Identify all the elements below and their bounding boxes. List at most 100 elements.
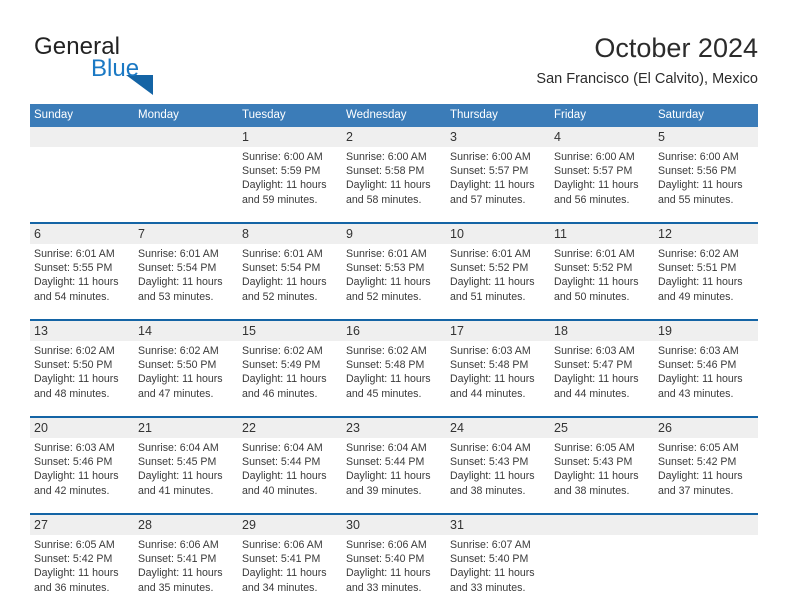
day-number[interactable]: 16 [342, 319, 446, 341]
day-cell[interactable]: Sunrise: 6:03 AM Sunset: 5:47 PM Dayligh… [550, 341, 654, 417]
day-number[interactable]: 8 [238, 222, 342, 244]
day-cell[interactable]: Sunrise: 6:00 AM Sunset: 5:57 PM Dayligh… [446, 147, 550, 223]
day-number[interactable]: 22 [238, 416, 342, 438]
day-cell[interactable]: Sunrise: 6:05 AM Sunset: 5:42 PM Dayligh… [654, 438, 758, 514]
day-cell[interactable]: Sunrise: 6:06 AM Sunset: 5:41 PM Dayligh… [134, 535, 238, 610]
day-cell[interactable] [30, 147, 134, 223]
day-cell[interactable]: Sunrise: 6:00 AM Sunset: 5:56 PM Dayligh… [654, 147, 758, 223]
sunrise-text: Sunrise: 6:03 AM [450, 345, 531, 357]
day-number[interactable]: 29 [238, 513, 342, 535]
day-number[interactable] [550, 513, 654, 535]
day-number[interactable]: 10 [446, 222, 550, 244]
sunrise-text: Sunrise: 6:02 AM [138, 345, 219, 357]
sunrise-text: Sunrise: 6:05 AM [554, 442, 635, 454]
day-cell[interactable]: Sunrise: 6:01 AM Sunset: 5:54 PM Dayligh… [134, 244, 238, 320]
daylight-text-line2: and 49 minutes. [658, 290, 734, 303]
day-cell[interactable]: Sunrise: 6:07 AM Sunset: 5:40 PM Dayligh… [446, 535, 550, 610]
day-cell[interactable]: Sunrise: 6:04 AM Sunset: 5:45 PM Dayligh… [134, 438, 238, 514]
daylight-text-line2: and 54 minutes. [34, 290, 110, 303]
day-cell[interactable]: Sunrise: 6:01 AM Sunset: 5:52 PM Dayligh… [446, 244, 550, 320]
day-number[interactable]: 9 [342, 222, 446, 244]
sunset-text: Sunset: 5:46 PM [658, 359, 737, 372]
day-number[interactable]: 6 [30, 222, 134, 244]
day-number[interactable]: 19 [654, 319, 758, 341]
day-cell[interactable]: Sunrise: 6:04 AM Sunset: 5:44 PM Dayligh… [238, 438, 342, 514]
sunset-text: Sunset: 5:46 PM [34, 456, 113, 469]
day-cell[interactable]: Sunrise: 6:02 AM Sunset: 5:50 PM Dayligh… [30, 341, 134, 417]
day-cell[interactable]: Sunrise: 6:04 AM Sunset: 5:43 PM Dayligh… [446, 438, 550, 514]
day-cell[interactable]: Sunrise: 6:02 AM Sunset: 5:48 PM Dayligh… [342, 341, 446, 417]
day-number[interactable]: 1 [238, 127, 342, 147]
sunset-text: Sunset: 5:49 PM [242, 359, 321, 372]
day-cell[interactable]: Sunrise: 6:03 AM Sunset: 5:46 PM Dayligh… [30, 438, 134, 514]
day-number[interactable]: 3 [446, 127, 550, 147]
daylight-text-line1: Daylight: 11 hours [34, 276, 119, 289]
day-cell[interactable]: Sunrise: 6:03 AM Sunset: 5:48 PM Dayligh… [446, 341, 550, 417]
sunrise-text: Sunrise: 6:00 AM [242, 151, 323, 163]
day-number[interactable]: 2 [342, 127, 446, 147]
daylight-text-line1: Daylight: 11 hours [554, 179, 639, 192]
daylight-text-line2: and 33 minutes. [450, 581, 526, 594]
day-number[interactable]: 13 [30, 319, 134, 341]
day-number[interactable]: 21 [134, 416, 238, 438]
sunrise-text: Sunrise: 6:01 AM [34, 248, 115, 260]
day-number[interactable]: 11 [550, 222, 654, 244]
day-number[interactable]: 14 [134, 319, 238, 341]
day-cell[interactable]: Sunrise: 6:02 AM Sunset: 5:50 PM Dayligh… [134, 341, 238, 417]
day-cell[interactable]: Sunrise: 6:05 AM Sunset: 5:42 PM Dayligh… [30, 535, 134, 610]
day-cell[interactable] [550, 535, 654, 610]
weekday-header-sunday: Sunday [30, 104, 134, 127]
daylight-text-line2: and 42 minutes. [34, 484, 110, 497]
day-cell[interactable] [654, 535, 758, 610]
day-cell[interactable]: Sunrise: 6:01 AM Sunset: 5:53 PM Dayligh… [342, 244, 446, 320]
day-number[interactable]: 4 [550, 127, 654, 147]
day-number[interactable]: 25 [550, 416, 654, 438]
day-cell[interactable] [134, 147, 238, 223]
daylight-text-line2: and 57 minutes. [450, 193, 526, 206]
day-cell[interactable]: Sunrise: 6:06 AM Sunset: 5:41 PM Dayligh… [238, 535, 342, 610]
day-number[interactable] [654, 513, 758, 535]
day-number[interactable]: 26 [654, 416, 758, 438]
day-number[interactable]: 20 [30, 416, 134, 438]
weekday-header-friday: Friday [550, 104, 654, 127]
day-number[interactable]: 12 [654, 222, 758, 244]
day-number[interactable]: 17 [446, 319, 550, 341]
day-number[interactable]: 23 [342, 416, 446, 438]
day-number[interactable]: 5 [654, 127, 758, 147]
day-number[interactable]: 7 [134, 222, 238, 244]
day-number[interactable]: 27 [30, 513, 134, 535]
week-row-daynumbers: 13 14 15 16 17 18 19 [30, 319, 758, 341]
day-cell[interactable]: Sunrise: 6:00 AM Sunset: 5:59 PM Dayligh… [238, 147, 342, 223]
day-cell[interactable]: Sunrise: 6:02 AM Sunset: 5:49 PM Dayligh… [238, 341, 342, 417]
day-cell[interactable]: Sunrise: 6:01 AM Sunset: 5:55 PM Dayligh… [30, 244, 134, 320]
day-number[interactable]: 30 [342, 513, 446, 535]
day-number[interactable] [134, 127, 238, 147]
day-cell[interactable]: Sunrise: 6:00 AM Sunset: 5:57 PM Dayligh… [550, 147, 654, 223]
daylight-text-line1: Daylight: 11 hours [346, 276, 431, 289]
day-number[interactable]: 15 [238, 319, 342, 341]
day-number[interactable]: 31 [446, 513, 550, 535]
daylight-text-line1: Daylight: 11 hours [554, 373, 639, 386]
day-cell[interactable]: Sunrise: 6:01 AM Sunset: 5:54 PM Dayligh… [238, 244, 342, 320]
day-number[interactable]: 18 [550, 319, 654, 341]
day-cell[interactable]: Sunrise: 6:06 AM Sunset: 5:40 PM Dayligh… [342, 535, 446, 610]
day-cell[interactable]: Sunrise: 6:05 AM Sunset: 5:43 PM Dayligh… [550, 438, 654, 514]
day-number[interactable]: 24 [446, 416, 550, 438]
day-cell[interactable]: Sunrise: 6:00 AM Sunset: 5:58 PM Dayligh… [342, 147, 446, 223]
day-cell[interactable]: Sunrise: 6:01 AM Sunset: 5:52 PM Dayligh… [550, 244, 654, 320]
sunset-text: Sunset: 5:42 PM [658, 456, 737, 469]
sunrise-text: Sunrise: 6:01 AM [346, 248, 427, 260]
sunset-text: Sunset: 5:50 PM [138, 359, 217, 372]
weekday-header-thursday: Thursday [446, 104, 550, 127]
day-number[interactable] [30, 127, 134, 147]
day-cell[interactable]: Sunrise: 6:03 AM Sunset: 5:46 PM Dayligh… [654, 341, 758, 417]
daylight-text-line2: and 38 minutes. [450, 484, 526, 497]
sunset-text: Sunset: 5:40 PM [450, 553, 529, 566]
day-cell[interactable]: Sunrise: 6:02 AM Sunset: 5:51 PM Dayligh… [654, 244, 758, 320]
day-number[interactable]: 28 [134, 513, 238, 535]
day-cell[interactable]: Sunrise: 6:04 AM Sunset: 5:44 PM Dayligh… [342, 438, 446, 514]
sunrise-text: Sunrise: 6:00 AM [450, 151, 531, 163]
sunrise-text: Sunrise: 6:04 AM [346, 442, 427, 454]
sunset-text: Sunset: 5:54 PM [242, 262, 321, 275]
daylight-text-line2: and 45 minutes. [346, 387, 422, 400]
